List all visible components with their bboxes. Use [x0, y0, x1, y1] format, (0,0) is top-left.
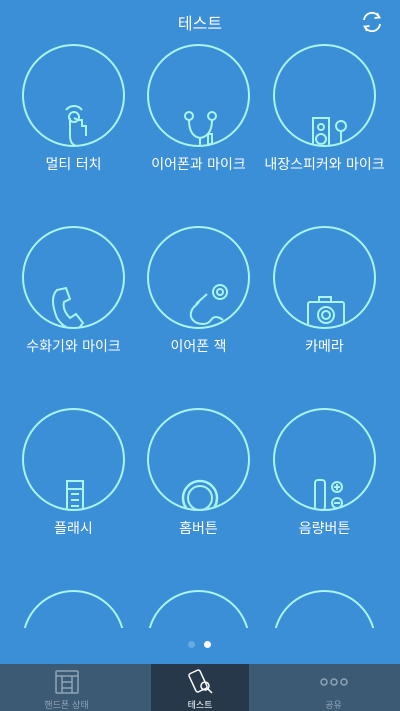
test-item-partial[interactable] [137, 590, 264, 628]
refresh-icon[interactable] [360, 10, 384, 34]
phone-search-icon [188, 669, 213, 694]
test-label: 멀티 터치 [45, 157, 102, 173]
test-item-flash[interactable]: 플래시 [12, 408, 139, 568]
test-item-camera[interactable]: 카메라 [263, 226, 390, 386]
home-button-icon [181, 479, 219, 509]
tab-phone-status[interactable]: 핸드폰 상태 [0, 664, 133, 711]
test-label: 카메라 [305, 339, 344, 355]
test-item-partial[interactable] [263, 590, 390, 628]
test-item-home-button[interactable]: 홈버튼 [137, 408, 264, 568]
test-circle [22, 44, 125, 147]
test-label: 이어폰과 마이크 [151, 157, 246, 173]
tab-share[interactable]: 공유 [267, 664, 400, 711]
share-dots-icon [319, 678, 348, 686]
page-indicator [0, 641, 400, 651]
camera-icon [307, 296, 345, 327]
page-dot-active[interactable] [204, 641, 211, 648]
test-label: 수화기와 마이크 [26, 339, 121, 355]
test-grid: 멀티 터치 이어폰과 마이크 내장스피커와 마이크 수화기와 마이크 이어폰 잭… [0, 42, 400, 628]
speaker-mic-icon [312, 117, 347, 145]
tab-bar: 핸드폰 상태 테스트 공유 [0, 664, 400, 711]
page-title: 테스트 [177, 14, 223, 33]
phone-status-icon [54, 670, 79, 694]
test-item-earphone-mic[interactable]: 이어폰과 마이크 [137, 44, 264, 204]
test-circle [147, 226, 250, 329]
test-label: 플래시 [54, 521, 93, 537]
flash-icon [66, 480, 84, 509]
tab-label: 공유 [325, 701, 342, 711]
handset-icon [52, 286, 85, 327]
test-item-partial[interactable] [12, 590, 139, 628]
earphone-icon [184, 111, 217, 145]
test-circle [147, 44, 250, 147]
test-circle [273, 408, 376, 511]
test-circle [273, 44, 376, 147]
tab-label: 핸드폰 상태 [44, 701, 89, 711]
test-item-earphone-jack[interactable]: 이어폰 잭 [137, 226, 264, 386]
test-circle [22, 408, 125, 511]
tab-label: 테스트 [187, 701, 213, 711]
test-circle [22, 590, 125, 628]
page-dot[interactable] [188, 641, 195, 648]
test-item-receiver-mic[interactable]: 수화기와 마이크 [12, 226, 139, 386]
test-circle [273, 590, 376, 628]
test-label: 내장스피커와 마이크 [264, 157, 385, 173]
test-label: 음량버튼 [298, 521, 351, 537]
volume-button-icon [314, 479, 343, 509]
audio-jack-icon [189, 284, 228, 325]
test-label: 홈버튼 [179, 521, 218, 537]
test-circle [22, 226, 125, 329]
header-bar: 테스트 [0, 0, 400, 42]
test-circle [147, 408, 250, 511]
tab-test[interactable]: 테스트 [151, 664, 249, 711]
test-item-volume-button[interactable]: 음량버튼 [263, 408, 390, 568]
test-label: 이어폰 잭 [170, 339, 227, 355]
test-item-multitouch[interactable]: 멀티 터치 [12, 44, 139, 204]
test-item-speaker-mic[interactable]: 내장스피커와 마이크 [263, 44, 390, 204]
test-circle [147, 590, 250, 628]
touch-hand-icon [65, 105, 87, 145]
test-circle [273, 226, 376, 329]
